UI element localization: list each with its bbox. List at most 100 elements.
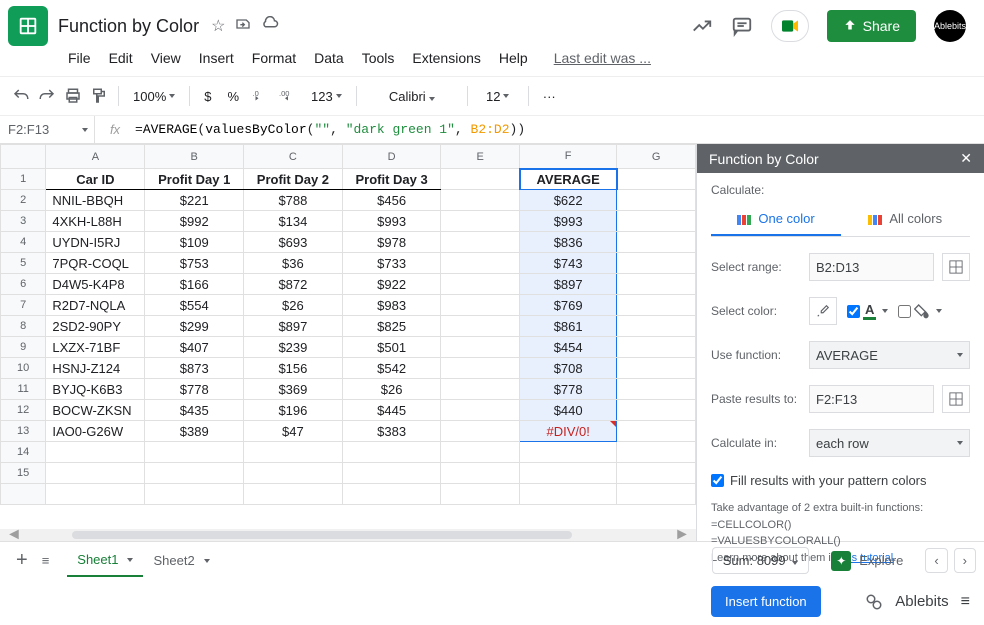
star-icon[interactable]: ☆ [211, 16, 225, 36]
cell-car-id[interactable]: 4XKH-L88H [46, 211, 145, 232]
cell-day1[interactable]: $389 [145, 421, 244, 442]
cell-car-id[interactable]: 7PQR-COQL [46, 253, 145, 274]
tab-scroll-right[interactable]: › [954, 548, 976, 573]
cell-day1[interactable]: $299 [145, 316, 244, 337]
cell-day1[interactable]: $753 [145, 253, 244, 274]
cell-day1[interactable]: $435 [145, 400, 244, 421]
cell-car-id[interactable]: LXZX-71BF [46, 337, 145, 358]
menu-data[interactable]: Data [306, 46, 352, 70]
cell-day3[interactable]: $733 [342, 253, 441, 274]
paste-input[interactable]: F2:F13 [809, 385, 934, 413]
cell-average[interactable]: $897 [520, 274, 617, 295]
spreadsheet-grid[interactable]: A B C D E F G 1 Car ID Profit Day 1 Prof… [0, 144, 696, 505]
zoom-select[interactable]: 100% [129, 89, 179, 104]
menu-file[interactable]: File [60, 46, 99, 70]
cell-day2[interactable]: $156 [244, 358, 343, 379]
cell-day3[interactable]: $825 [342, 316, 441, 337]
undo-button[interactable] [12, 87, 30, 105]
toolbar-more-button[interactable]: ··· [539, 89, 560, 104]
move-icon[interactable] [235, 16, 251, 36]
cell-car-id[interactable]: NNIL-BBQH [46, 190, 145, 211]
cell-car-id[interactable]: D4W5-K4P8 [46, 274, 145, 295]
function-select[interactable]: AVERAGE [809, 341, 970, 369]
cell-day2[interactable]: $196 [244, 400, 343, 421]
cell-car-id[interactable]: 2SD2-90PY [46, 316, 145, 337]
cell-day2[interactable]: $36 [244, 253, 343, 274]
cell-day3[interactable]: $922 [342, 274, 441, 295]
range-selector-icon[interactable] [942, 253, 970, 281]
all-sheets-button[interactable]: ≡ [42, 553, 50, 568]
menu-help[interactable]: Help [491, 46, 536, 70]
cell-average[interactable]: $861 [520, 316, 617, 337]
menu-insert[interactable]: Insert [191, 46, 242, 70]
cell-day2[interactable]: $693 [244, 232, 343, 253]
cell-car-id[interactable]: UYDN-I5RJ [46, 232, 145, 253]
cell-average[interactable]: $769 [520, 295, 617, 316]
cell-average[interactable]: $993 [520, 211, 617, 232]
tab-all-colors[interactable]: All colors [841, 203, 971, 236]
cell-average[interactable]: $622 [520, 190, 617, 211]
currency-button[interactable]: $ [200, 89, 215, 104]
menu-tools[interactable]: Tools [354, 46, 403, 70]
cell-average[interactable]: $778 [520, 379, 617, 400]
cell-car-id[interactable]: BOCW-ZKSN [46, 400, 145, 421]
range-input[interactable]: B2:D13 [809, 253, 934, 281]
formula-input[interactable]: =AVERAGE(valuesByColor("", "dark green 1… [135, 122, 525, 137]
menu-edit[interactable]: Edit [101, 46, 141, 70]
cell-day3[interactable]: $456 [342, 190, 441, 211]
decrease-decimal-button[interactable]: .0 [251, 87, 269, 105]
cell-day3[interactable]: $26 [342, 379, 441, 400]
cell-day2[interactable]: $47 [244, 421, 343, 442]
name-box[interactable]: F2:F13 [0, 116, 95, 143]
cell-average[interactable]: $440 [520, 400, 617, 421]
fill-results-checkbox[interactable] [711, 474, 724, 487]
menu-view[interactable]: View [143, 46, 189, 70]
horizontal-scrollbar[interactable]: ◄► [0, 529, 696, 541]
add-sheet-button[interactable]: + [16, 549, 28, 572]
share-button[interactable]: Share [827, 10, 916, 42]
paste-selector-icon[interactable] [942, 385, 970, 413]
cell-day2[interactable]: $872 [244, 274, 343, 295]
cloud-status-icon[interactable] [261, 16, 279, 36]
cell-average[interactable]: $454 [520, 337, 617, 358]
cell-day3[interactable]: $501 [342, 337, 441, 358]
explore-button[interactable]: ✦Explore [821, 546, 913, 576]
font-select[interactable]: Calibri [367, 89, 457, 104]
last-edit-link[interactable]: Last edit was ... [546, 46, 659, 70]
ablebits-menu-icon[interactable]: ≡ [961, 593, 970, 611]
cell-average[interactable]: #DIV/0! [520, 421, 617, 442]
fill-color-checkbox[interactable] [898, 305, 911, 318]
cell-day3[interactable]: $542 [342, 358, 441, 379]
document-title[interactable]: Function by Color [58, 16, 199, 37]
paint-format-button[interactable] [90, 87, 108, 105]
font-color-picker[interactable]: A [863, 302, 876, 320]
sheet-tab-2[interactable]: Sheet2 [143, 544, 219, 577]
cell-day2[interactable]: $134 [244, 211, 343, 232]
cell-day1[interactable]: $109 [145, 232, 244, 253]
close-panel-icon[interactable]: ✕ [960, 150, 972, 167]
activity-icon[interactable] [691, 15, 713, 37]
cell-day1[interactable]: $166 [145, 274, 244, 295]
menu-format[interactable]: Format [244, 46, 304, 70]
number-format-select[interactable]: 123 [307, 89, 346, 104]
sheets-logo[interactable] [8, 6, 48, 46]
cell-day3[interactable]: $383 [342, 421, 441, 442]
cell-day1[interactable]: $778 [145, 379, 244, 400]
cell-day1[interactable]: $873 [145, 358, 244, 379]
fill-color-picker[interactable] [914, 303, 930, 319]
cell-day1[interactable]: $554 [145, 295, 244, 316]
insert-function-button[interactable]: Insert function [711, 586, 821, 617]
eyedropper-icon[interactable] [809, 297, 837, 325]
aggregate-display[interactable]: Sum: 8099 [712, 547, 810, 574]
cell-average[interactable]: $708 [520, 358, 617, 379]
cell-day3[interactable]: $993 [342, 211, 441, 232]
menu-extensions[interactable]: Extensions [404, 46, 488, 70]
cell-car-id[interactable]: R2D7-NQLA [46, 295, 145, 316]
redo-button[interactable] [38, 87, 56, 105]
cell-day2[interactable]: $897 [244, 316, 343, 337]
cell-car-id[interactable]: HSNJ-Z124 [46, 358, 145, 379]
font-color-checkbox[interactable] [847, 305, 860, 318]
cell-day3[interactable]: $978 [342, 232, 441, 253]
cell-day2[interactable]: $788 [244, 190, 343, 211]
cell-car-id[interactable]: BYJQ-K6B3 [46, 379, 145, 400]
